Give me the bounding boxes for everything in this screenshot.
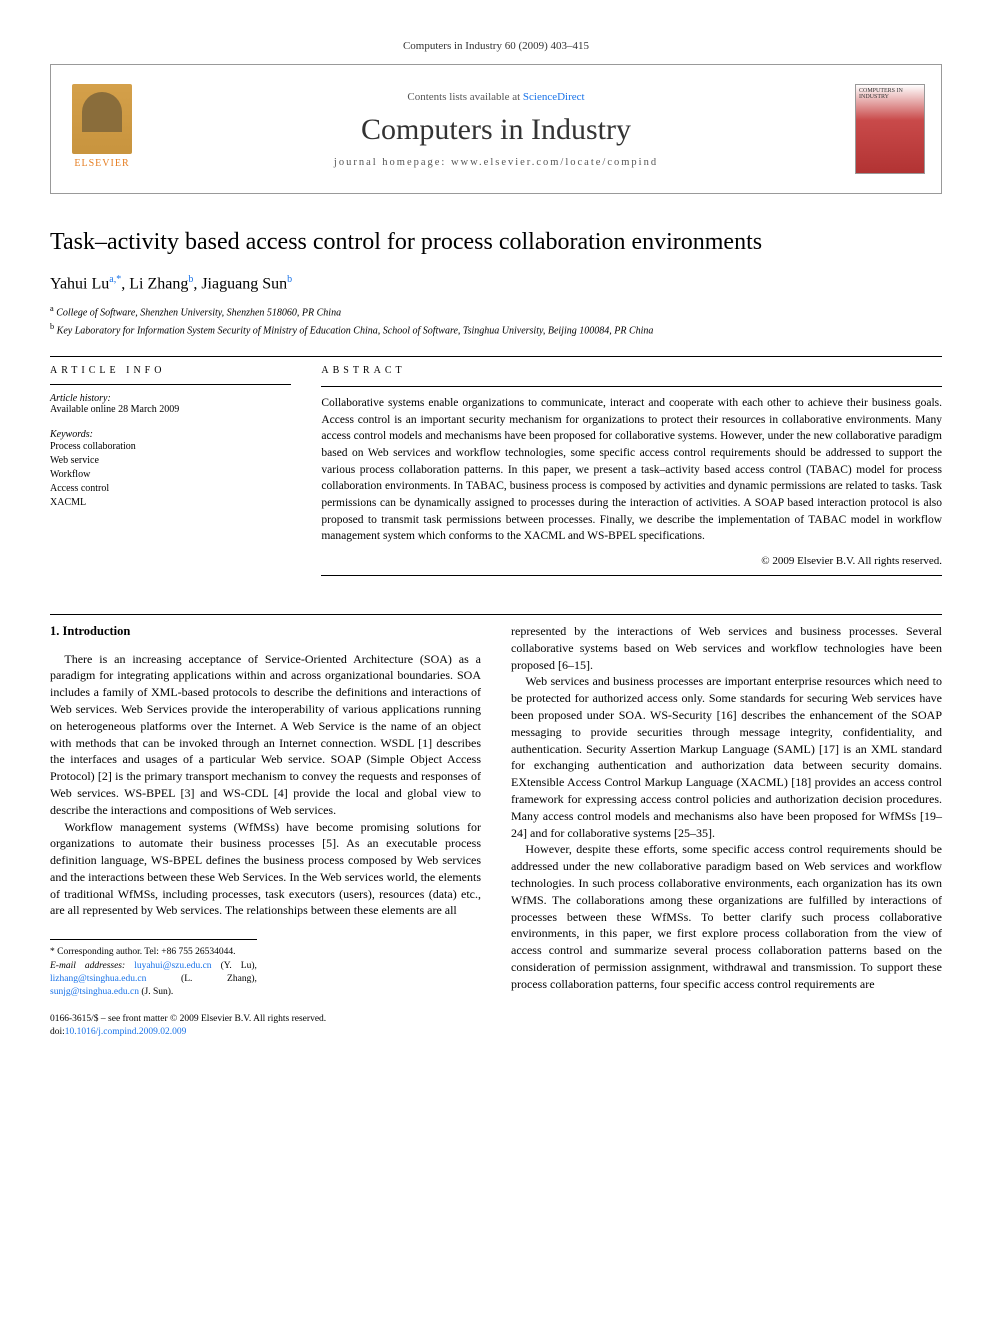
- contents-prefix: Contents lists available at: [407, 91, 522, 103]
- doi-link[interactable]: 10.1016/j.compind.2009.02.009: [65, 1027, 187, 1037]
- email-2-who: (L. Zhang): [181, 974, 254, 984]
- issn-line: 0166-3615/$ – see front matter © 2009 El…: [50, 1013, 481, 1025]
- abstract-block: ABSTRACT Collaborative systems enable or…: [321, 365, 942, 584]
- author-3-marker: b: [287, 274, 292, 285]
- author-list: Yahui Lua,*, Li Zhangb, Jiaguang Sunb: [50, 274, 942, 293]
- email-3-who: (J. Sun): [141, 987, 171, 997]
- author-2: Li Zhang: [129, 275, 188, 292]
- keyword-5: XACML: [50, 496, 291, 510]
- right-para-3: However, despite these efforts, some spe…: [511, 841, 942, 992]
- left-para-1: There is an increasing acceptance of Ser…: [50, 651, 481, 819]
- affil-b-text: Key Laboratory for Information System Se…: [57, 325, 654, 336]
- elsevier-logo: ELSEVIER: [67, 84, 137, 174]
- info-abstract-row: ARTICLE INFO Article history: Available …: [50, 365, 942, 584]
- email-1-who: (Y. Lu): [221, 961, 255, 971]
- keyword-3: Workflow: [50, 468, 291, 482]
- affiliation-a: a College of Software, Shenzhen Universi…: [50, 303, 942, 320]
- journal-cover-thumbnail: COMPUTERS IN INDUSTRY: [855, 84, 925, 174]
- keyword-1: Process collaboration: [50, 440, 291, 454]
- body-columns: 1. Introduction There is an increasing a…: [50, 623, 942, 1038]
- cover-title-text: COMPUTERS IN INDUSTRY: [859, 88, 921, 100]
- abstract-copyright: © 2009 Elsevier B.V. All rights reserved…: [321, 555, 942, 567]
- author-1-marker: a,*: [109, 274, 121, 285]
- email-addresses-line: E-mail addresses: luyahui@szu.edu.cn (Y.…: [50, 960, 257, 1000]
- rule-abstract-2: [321, 575, 942, 576]
- elsevier-tree-icon: [72, 84, 132, 154]
- doi-prefix: doi:: [50, 1027, 65, 1037]
- left-column: 1. Introduction There is an increasing a…: [50, 623, 481, 1038]
- keywords-label: Keywords:: [50, 429, 291, 440]
- abstract-text: Collaborative systems enable organizatio…: [321, 395, 942, 545]
- keyword-2: Web service: [50, 454, 291, 468]
- rule-abstract-1: [321, 386, 942, 387]
- author-3: Jiaguang Sun: [201, 275, 287, 292]
- emails-label: E-mail addresses:: [50, 961, 125, 971]
- right-para-2: Web services and business processes are …: [511, 673, 942, 841]
- sciencedirect-link[interactable]: ScienceDirect: [523, 91, 585, 103]
- right-column: represented by the interactions of Web s…: [511, 623, 942, 1038]
- footnotes: * Corresponding author. Tel: +86 755 265…: [50, 939, 257, 999]
- journal-homepage: journal homepage: www.elsevier.com/locat…: [137, 157, 855, 168]
- rule-top: [50, 356, 942, 357]
- doi-line: doi:10.1016/j.compind.2009.02.009: [50, 1026, 481, 1038]
- history-value: Available online 28 March 2009: [50, 404, 291, 415]
- rule-body-top: [50, 614, 942, 615]
- journal-name: Computers in Industry: [137, 113, 855, 147]
- masthead-center: Contents lists available at ScienceDirec…: [137, 91, 855, 168]
- keyword-4: Access control: [50, 482, 291, 496]
- left-para-2: Workflow management systems (WfMSs) have…: [50, 819, 481, 920]
- affil-a-marker: a: [50, 304, 54, 313]
- running-head: Computers in Industry 60 (2009) 403–415: [50, 40, 942, 52]
- journal-masthead: ELSEVIER Contents lists available at Sci…: [50, 64, 942, 194]
- article-info-heading: ARTICLE INFO: [50, 365, 291, 376]
- affiliations: a College of Software, Shenzhen Universi…: [50, 303, 942, 338]
- section-1-heading: 1. Introduction: [50, 623, 481, 641]
- right-para-1: represented by the interactions of Web s…: [511, 623, 942, 673]
- history-label: Article history:: [50, 393, 291, 404]
- affil-b-marker: b: [50, 322, 54, 331]
- affiliation-b: b Key Laboratory for Information System …: [50, 321, 942, 338]
- email-1[interactable]: luyahui@szu.edu.cn: [134, 961, 211, 971]
- author-1: Yahui Lu: [50, 275, 109, 292]
- article-title: Task–activity based access control for p…: [50, 229, 942, 256]
- corresponding-author-note: * Corresponding author. Tel: +86 755 265…: [50, 946, 257, 959]
- author-2-marker: b: [188, 274, 193, 285]
- email-2[interactable]: lizhang@tsinghua.edu.cn: [50, 974, 146, 984]
- abstract-heading: ABSTRACT: [321, 365, 942, 376]
- email-3[interactable]: sunjg@tsinghua.edu.cn: [50, 987, 139, 997]
- bottom-meta: 0166-3615/$ – see front matter © 2009 El…: [50, 1013, 481, 1038]
- affil-a-text: College of Software, Shenzhen University…: [56, 308, 341, 319]
- rule-info-1: [50, 384, 291, 385]
- article-info-block: ARTICLE INFO Article history: Available …: [50, 365, 291, 584]
- elsevier-label: ELSEVIER: [74, 158, 129, 169]
- contents-available-line: Contents lists available at ScienceDirec…: [137, 91, 855, 103]
